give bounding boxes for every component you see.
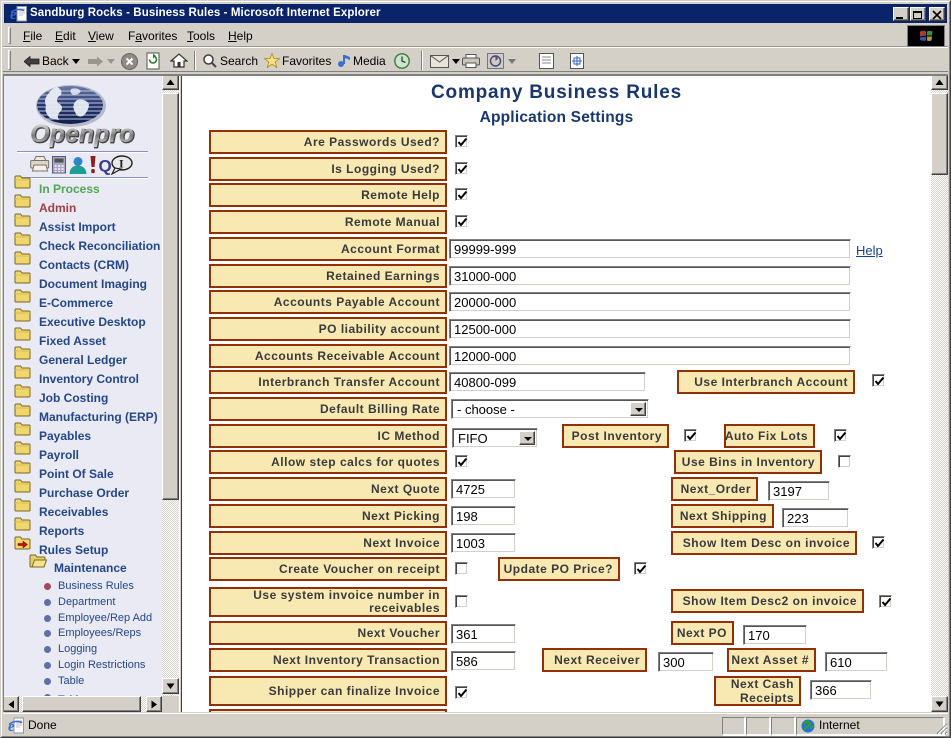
svg-text:I: I bbox=[119, 157, 124, 171]
svg-text:Q: Q bbox=[99, 157, 112, 176]
svg-text:Openpro: Openpro bbox=[30, 120, 134, 148]
